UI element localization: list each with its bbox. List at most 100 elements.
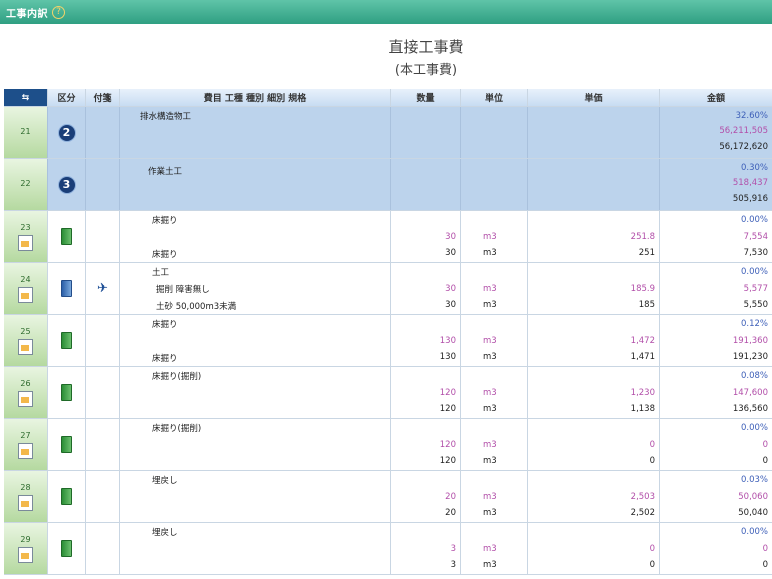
book-icon[interactable] — [61, 436, 72, 453]
document-icon[interactable] — [18, 546, 33, 563]
document-icon[interactable] — [18, 494, 33, 511]
qty-designed: 130 — [439, 352, 456, 362]
table-row[interactable]: 24 ✈ 土工 掘削 障害無し 土砂 50,000m3未満 30 30 m3 m… — [4, 263, 772, 315]
price-designed: 185 — [638, 300, 655, 310]
amount-designed: 0 — [762, 560, 768, 570]
col-price[interactable]: 単価 — [528, 89, 660, 106]
amount-percent: 0.00% — [740, 423, 768, 433]
col-tsuke[interactable]: 付箋 — [86, 89, 120, 106]
document-icon[interactable] — [18, 338, 33, 355]
document-icon[interactable] — [18, 234, 33, 251]
item-spec: 土砂 50,000m3未満 — [156, 302, 237, 312]
price-designed: 1,471 — [630, 352, 655, 362]
price-planned: 251.8 — [630, 232, 655, 242]
price-designed: 0 — [649, 560, 655, 570]
amount-planned: 5,577 — [743, 284, 768, 294]
breakdown-table: ⇆ 区分 付箋 費目 工種 種別 細別 規格 数量 単位 単価 金額 21 2 … — [4, 89, 772, 575]
help-icon[interactable]: ? — [52, 5, 65, 19]
amount-percent: 32.60% — [735, 111, 768, 121]
page-title: 直接工事費 — [388, 38, 464, 56]
book-icon[interactable] — [61, 332, 72, 349]
col-amount[interactable]: 金額 — [660, 89, 772, 106]
qty-designed: 120 — [439, 404, 456, 414]
book-icon[interactable] — [61, 280, 72, 297]
amount-planned: 0 — [762, 544, 768, 554]
document-icon[interactable] — [18, 442, 33, 459]
expand-toggle-icon[interactable]: ⇆ — [4, 89, 48, 106]
table-row[interactable]: 22 3 作業土工 0.30% 518,437 505,916 — [4, 159, 772, 211]
item-spec: 床掘り — [152, 354, 178, 364]
document-icon[interactable] — [18, 390, 33, 407]
item-name: 土工 — [152, 268, 170, 278]
sticky-note-plane-icon[interactable]: ✈ — [97, 281, 108, 296]
col-qty[interactable]: 数量 — [391, 89, 461, 106]
row-number: 23 — [20, 222, 31, 232]
item-spec: 掘削 障害無し — [156, 285, 210, 295]
qty-designed: 3 — [450, 560, 456, 570]
item-name: 作業土工 — [148, 167, 183, 177]
unit-designed: m3 — [483, 248, 497, 258]
amount-designed: 136,560 — [732, 404, 768, 414]
table-row[interactable]: 23 床掘り 床掘り 30 30 m3 m3 251.8 251 0.00% 7… — [4, 211, 772, 263]
amount-percent: 0.00% — [740, 215, 768, 225]
app-title: 工事内訳 — [6, 8, 48, 20]
unit-planned: m3 — [483, 544, 497, 554]
qty-planned: 30 — [445, 284, 456, 294]
qty-planned: 3 — [450, 544, 456, 554]
book-icon[interactable] — [61, 488, 72, 505]
amount-designed: 5,550 — [743, 300, 768, 310]
table-row[interactable]: 26 床掘り(掘削) 120 120 m3 m3 1,230 1,138 0.0… — [4, 367, 772, 419]
row-number: 29 — [20, 534, 31, 544]
qty-planned: 120 — [439, 440, 456, 450]
price-planned: 2,503 — [630, 492, 655, 502]
price-designed: 1,138 — [630, 404, 655, 414]
table-row[interactable]: 21 2 排水構造物工 32.60% 56,211,505 56,172,620 — [4, 107, 772, 159]
item-name: 埋戻し — [152, 476, 178, 486]
row-number: 27 — [20, 430, 31, 440]
qty-planned: 20 — [445, 492, 456, 502]
item-name: 埋戻し — [152, 528, 178, 538]
unit-designed: m3 — [483, 404, 497, 414]
book-icon[interactable] — [61, 384, 72, 401]
row-number: 26 — [20, 378, 31, 388]
item-name: 床掘り — [152, 216, 178, 226]
amount-designed: 191,230 — [732, 352, 768, 362]
amount-designed: 50,040 — [738, 508, 768, 518]
amount-percent: 0.00% — [740, 527, 768, 537]
qty-planned: 30 — [445, 232, 456, 242]
amount-percent: 0.03% — [740, 475, 768, 485]
unit-designed: m3 — [483, 560, 497, 570]
book-icon[interactable] — [61, 228, 72, 245]
table-row[interactable]: 25 床掘り 床掘り 130 130 m3 m3 1,472 1,471 0.1… — [4, 315, 772, 367]
unit-designed: m3 — [483, 352, 497, 362]
price-planned: 185.9 — [630, 284, 655, 294]
row-number: 28 — [20, 482, 31, 492]
price-planned: 0 — [649, 544, 655, 554]
amount-designed: 56,172,620 — [719, 142, 768, 152]
col-name[interactable]: 費目 工種 種別 細別 規格 — [120, 89, 391, 106]
table-header: ⇆ 区分 付箋 費目 工種 種別 細別 規格 数量 単位 単価 金額 — [4, 89, 772, 107]
qty-designed: 30 — [445, 248, 456, 258]
col-unit[interactable]: 単位 — [461, 89, 528, 106]
item-name: 排水構造物工 — [140, 112, 192, 122]
amount-designed: 7,530 — [743, 248, 768, 258]
price-designed: 251 — [638, 248, 655, 258]
price-planned: 1,472 — [630, 336, 655, 346]
item-name: 床掘り(掘削) — [152, 372, 202, 382]
qty-designed: 30 — [445, 300, 456, 310]
table-row[interactable]: 28 埋戻し 20 20 m3 m3 2,503 2,502 0.03% 50,… — [4, 471, 772, 523]
table-row[interactable]: 27 床掘り(掘削) 120 120 m3 m3 0 0 0.00% 0 0 — [4, 419, 772, 471]
document-icon[interactable] — [18, 286, 33, 303]
col-kubun[interactable]: 区分 — [48, 89, 86, 106]
unit-designed: m3 — [483, 456, 497, 466]
page-subtitle: (本工事費) — [394, 63, 458, 78]
unit-planned: m3 — [483, 232, 497, 242]
amount-planned: 56,211,505 — [719, 126, 768, 136]
price-planned: 1,230 — [630, 388, 655, 398]
qty-designed: 20 — [445, 508, 456, 518]
amount-planned: 0 — [762, 440, 768, 450]
unit-planned: m3 — [483, 440, 497, 450]
unit-planned: m3 — [483, 336, 497, 346]
book-icon[interactable] — [61, 540, 72, 557]
table-row[interactable]: 29 埋戻し 3 3 m3 m3 0 0 0.00% 0 0 — [4, 523, 772, 575]
